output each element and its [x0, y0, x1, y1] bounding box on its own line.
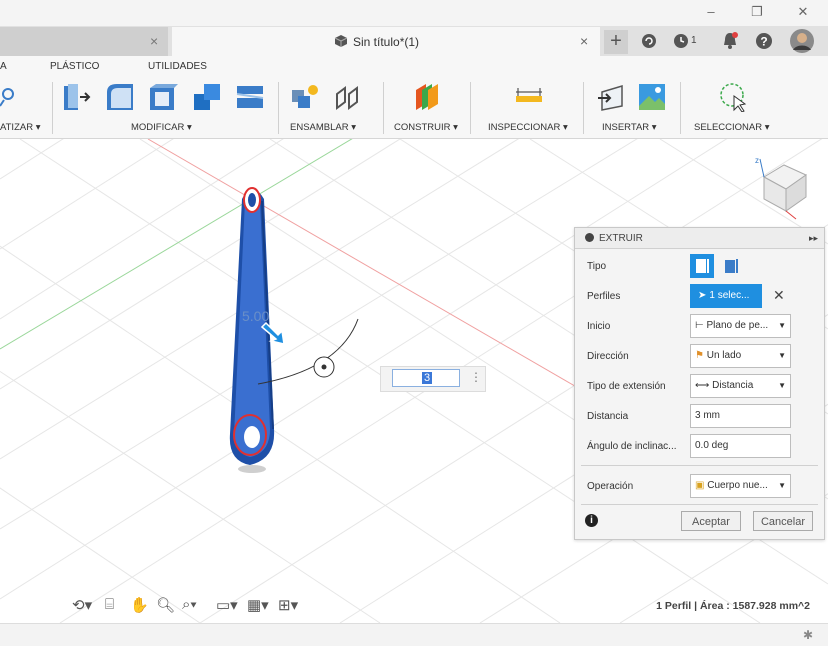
label-direccion: Dirección	[587, 351, 629, 362]
accept-button[interactable]: Aceptar	[681, 511, 741, 531]
grid-settings-icon[interactable]: ▦▾	[247, 596, 269, 614]
group-separator	[383, 82, 384, 134]
refresh-icon[interactable]	[640, 32, 658, 50]
extrude-panel: EXTRUIR ▸▸ Tipo Perfiles ➤ 1 selec... ✕ I…	[574, 227, 825, 540]
manipulator-arc	[257, 318, 359, 385]
notifications-icon[interactable]	[721, 31, 739, 51]
restore-button[interactable]: ❐	[743, 2, 771, 22]
construir-menu[interactable]: CONSTRUIR ▾	[394, 122, 458, 133]
ribbon-tab-partial[interactable]: A	[0, 61, 7, 72]
body-shadow	[238, 465, 266, 473]
display-settings-icon[interactable]: ▭▾	[216, 596, 238, 614]
window-select-icon[interactable]	[718, 82, 748, 112]
group-separator	[278, 82, 279, 134]
selection-status: 1 Perfil | Área : 1587.928 mm^2	[656, 600, 810, 612]
label-angulo: Ángulo de inclinac...	[587, 441, 677, 452]
help-icon[interactable]: ?	[754, 31, 774, 51]
ribbon-tab-utilidades[interactable]: UTILIDADES	[148, 61, 207, 72]
group-separator	[680, 82, 681, 134]
split-face-icon[interactable]	[235, 82, 265, 112]
manipulator-input[interactable]: 3	[392, 369, 460, 387]
user-avatar-icon[interactable]	[789, 28, 815, 54]
new-tab-button[interactable]: +	[604, 30, 628, 54]
fillet-icon[interactable]	[105, 82, 135, 112]
orbit-icon[interactable]: ⟲▾	[72, 596, 92, 614]
fit-icon[interactable]: ⌕▾	[182, 596, 197, 613]
pan-icon[interactable]: ✋	[130, 596, 149, 614]
document-tab-inactive[interactable]	[0, 27, 168, 56]
panel-divider	[581, 504, 818, 505]
construct-plane-icon[interactable]	[412, 82, 442, 112]
insert-image-icon[interactable]	[637, 82, 667, 112]
clear-selection-icon[interactable]: ✕	[773, 287, 785, 304]
combine-icon[interactable]	[192, 82, 222, 112]
inspeccionar-menu[interactable]: INSPECCIONAR ▾	[488, 122, 568, 133]
ribbon-tab-plastico[interactable]: PLÁSTICO	[50, 61, 99, 72]
viewports-icon[interactable]: ⊞▾	[278, 596, 298, 614]
x-axis-line	[147, 139, 581, 390]
joint-icon[interactable]	[333, 82, 363, 112]
settings-gear-icon[interactable]: ✱	[803, 628, 813, 642]
more-options-icon[interactable]: ⋮	[470, 370, 482, 384]
group-separator	[470, 82, 471, 134]
profiles-select-button[interactable]: ➤ 1 selec...	[690, 284, 762, 308]
clock-icon[interactable]	[672, 32, 690, 50]
label-operacion: Operación	[587, 481, 634, 492]
seleccionar-menu[interactable]: SELECCIONAR ▾	[694, 122, 770, 133]
look-at-icon[interactable]: ⌸	[105, 596, 114, 613]
press-pull-icon[interactable]	[62, 82, 92, 112]
inspect-partial-icon[interactable]	[0, 84, 30, 114]
label-tipo: Tipo	[587, 261, 607, 272]
close-tab-icon[interactable]: ×	[580, 33, 588, 49]
label-distancia: Distancia	[587, 411, 629, 422]
angulo-input[interactable]: 0.0 deg	[690, 434, 791, 458]
component-icon	[334, 35, 348, 47]
zoom-icon[interactable]: 🔍︎	[156, 596, 175, 614]
label-tipo-extension: Tipo de extensión	[587, 381, 666, 392]
label-inicio: Inicio	[587, 321, 611, 332]
new-component-icon[interactable]	[290, 82, 320, 112]
document-title: Sin título*(1)	[353, 35, 420, 49]
close-tab-icon[interactable]: ×	[150, 33, 158, 49]
visualizar-menu[interactable]: ATIZAR ▾	[0, 122, 40, 133]
label-perfiles: Perfiles	[587, 291, 621, 302]
inicio-dropdown[interactable]: ⊢ Plano de pe... ▼	[690, 314, 791, 338]
insertar-menu[interactable]: INSERTAR ▾	[602, 122, 657, 133]
stop-icon	[585, 233, 594, 242]
svg-text:z: z	[755, 156, 759, 165]
info-icon[interactable]: i	[585, 514, 598, 527]
panel-divider	[581, 465, 818, 466]
type-thin-button[interactable]	[719, 254, 743, 278]
svg-text:?: ?	[760, 35, 767, 49]
insert-derive-icon[interactable]	[596, 82, 626, 112]
tipo-extension-dropdown[interactable]: ⟷ Distancia ▼	[690, 374, 791, 398]
shell-icon[interactable]	[148, 82, 178, 112]
dimension-text: 5.00	[242, 308, 269, 324]
jobs-count: 1	[691, 35, 697, 46]
cancel-button[interactable]: Cancelar	[753, 511, 813, 531]
minimize-button[interactable]: –	[697, 2, 725, 22]
view-cube-icon[interactable]: z	[752, 149, 812, 221]
bottom-hole-inner	[244, 426, 260, 448]
top-hole-inner	[248, 193, 256, 207]
collapse-icon[interactable]: ▸▸	[809, 233, 818, 244]
group-separator	[52, 82, 53, 134]
modificar-menu[interactable]: MODIFICAR ▾	[131, 122, 192, 133]
direccion-dropdown[interactable]: ⚑ Un lado ▼	[690, 344, 791, 368]
distancia-input[interactable]: 3 mm	[690, 404, 791, 428]
measure-icon[interactable]	[514, 82, 544, 112]
type-solid-button[interactable]	[690, 254, 714, 278]
status-bar	[0, 623, 828, 646]
ensamblar-menu[interactable]: ENSAMBLAR ▾	[290, 122, 356, 133]
panel-title: EXTRUIR	[599, 233, 643, 244]
close-window-button[interactable]: ✕	[789, 2, 817, 22]
operacion-dropdown[interactable]: ▣ Cuerpo nue... ▼	[690, 474, 791, 498]
group-separator	[583, 82, 584, 134]
